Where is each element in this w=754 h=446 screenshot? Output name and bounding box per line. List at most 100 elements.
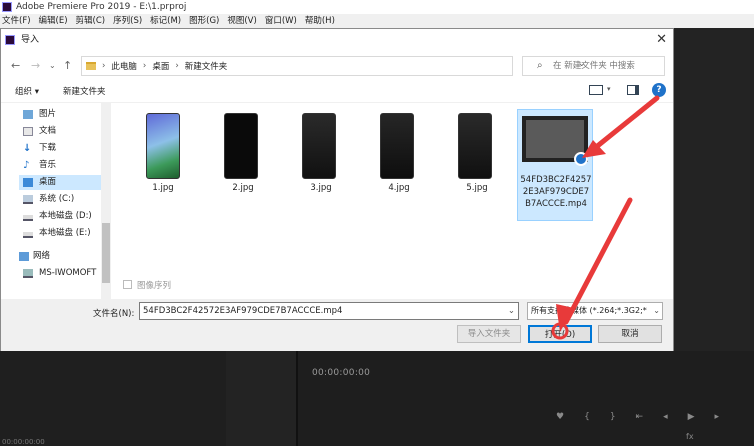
program-monitor-panel: [674, 28, 754, 351]
sidebar-item-pictures[interactable]: 图片: [23, 107, 103, 122]
help-icon[interactable]: ?: [652, 83, 666, 97]
menu-file[interactable]: 文件(F): [2, 14, 31, 28]
file-item[interactable]: 1.jpg: [125, 109, 201, 219]
navigation-bar: ← → ⌄ ↑ › 此电脑 › 桌面 › 新建文件夹 ⌄ ⌕ 在 新建文件夹 中…: [1, 55, 673, 77]
dialog-title-bar: 导入 ✕: [1, 29, 673, 51]
back-arrow-icon[interactable]: ←: [11, 58, 20, 74]
playback-controls: ♥ { } ⇤ ◂ ▶ ▸: [556, 412, 719, 422]
file-item[interactable]: 3.jpg: [283, 109, 359, 219]
sidebar-item-label: 下载: [39, 143, 57, 153]
chevron-down-icon[interactable]: ▾: [607, 85, 611, 93]
documents-icon: [23, 127, 33, 136]
image-thumbnail: [458, 113, 492, 179]
filename-label: 文件名(N):: [93, 309, 135, 319]
recent-dropdown-icon[interactable]: ⌄: [49, 58, 56, 74]
step-forward-icon[interactable]: ▸: [715, 412, 720, 422]
image-thumbnail: [380, 113, 414, 179]
image-thumbnail: [302, 113, 336, 179]
file-name: 2.jpg: [232, 183, 254, 193]
menu-clip[interactable]: 剪辑(C): [76, 14, 106, 28]
menu-view[interactable]: 视图(V): [227, 14, 256, 28]
source-timecode: 00:00:00:00: [2, 438, 45, 446]
sidebar-item-label: 文档: [39, 126, 57, 136]
search-placeholder: 在 新建文件夹 中搜索: [553, 61, 635, 71]
in-point-icon[interactable]: {: [584, 412, 590, 422]
music-icon: ♪: [23, 160, 30, 171]
new-folder-button[interactable]: 新建文件夹: [63, 85, 106, 97]
sidebar-item-label: 本地磁盘 (D:): [39, 211, 92, 221]
file-item[interactable]: 2.jpg: [205, 109, 281, 219]
up-arrow-icon[interactable]: ↑: [63, 58, 72, 74]
play-icon[interactable]: ▶: [688, 412, 695, 422]
organize-button[interactable]: 组织 ▾: [15, 85, 39, 97]
checkbox-box: [123, 280, 132, 289]
sidebar-item-system-c[interactable]: 系统 (C:): [23, 192, 103, 207]
menu-help[interactable]: 帮助(H): [305, 14, 335, 28]
open-button[interactable]: 打开(O): [528, 325, 592, 343]
marker-icon[interactable]: ♥: [556, 412, 564, 422]
step-back-icon[interactable]: ◂: [663, 412, 668, 422]
filetype-select[interactable]: 所有支持的媒体 (*.264;*.3G2;* ⌄: [527, 302, 663, 320]
dialog-footer: 文件名(N): 54FD3BC2F42572E3AF979CDE7B7ACCCE…: [1, 299, 673, 351]
dialog-title: 导入: [21, 35, 40, 45]
drive-icon: [23, 232, 33, 238]
search-input[interactable]: ⌕ 在 新建文件夹 中搜索: [522, 56, 665, 76]
drive-icon: [23, 195, 33, 204]
search-icon: ⌕: [537, 60, 543, 71]
download-icon: ↓: [23, 143, 32, 154]
preview-pane-icon[interactable]: [627, 85, 639, 95]
file-item[interactable]: 5.jpg: [439, 109, 515, 219]
chevron-down-icon[interactable]: ⌄: [508, 303, 515, 319]
sidebar-item-documents[interactable]: 文档: [23, 124, 103, 139]
import-folder-button[interactable]: 导入文件夹: [457, 325, 521, 343]
chevron-right-icon: ›: [175, 61, 179, 71]
view-options-icon[interactable]: [589, 85, 603, 95]
menu-marker[interactable]: 标记(M): [150, 14, 181, 28]
go-to-in-icon[interactable]: ⇤: [636, 412, 644, 422]
media-player-badge-icon: [574, 152, 588, 166]
image-sequence-checkbox[interactable]: 图像序列: [123, 279, 171, 291]
sidebar-item-music[interactable]: ♪ 音乐: [23, 158, 103, 173]
sidebar-item-downloads[interactable]: ↓ 下载: [23, 141, 103, 156]
menu-edit[interactable]: 编辑(E): [39, 14, 68, 28]
file-name: 3.jpg: [310, 183, 332, 193]
navigation-pane: 图片 文档 ↓ 下载 ♪ 音乐 桌面 系统 (C:) 本地磁盘 (D:) 本地磁…: [1, 103, 111, 299]
cancel-button[interactable]: 取消: [598, 325, 662, 343]
breadcrumb-new-folder[interactable]: 新建文件夹: [185, 60, 228, 72]
file-list: 1.jpg 2.jpg 3.jpg 4.jpg 5.jpg 54FD3BC2F4…: [113, 103, 673, 299]
address-bar[interactable]: › 此电脑 › 桌面 › 新建文件夹 ⌄: [81, 56, 586, 76]
forward-arrow-icon[interactable]: →: [31, 58, 40, 74]
sidebar-item-label: 网络: [33, 251, 51, 261]
sidebar-item-ms-iwomoft[interactable]: MS-IWOMOFT: [23, 266, 101, 281]
sidebar-item-disk-d[interactable]: 本地磁盘 (D:): [23, 209, 103, 224]
sidebar-item-label: 图片: [39, 109, 57, 119]
chevron-right-icon: ›: [102, 61, 106, 71]
project-panel: [0, 351, 226, 446]
breadcrumb-this-pc[interactable]: 此电脑: [111, 60, 137, 72]
program-timecode: 00:00:00:00: [312, 368, 371, 378]
sidebar-item-disk-e[interactable]: 本地磁盘 (E:): [23, 226, 103, 241]
file-item-selected[interactable]: 54FD3BC2F42572E3AF979CDE7B7ACCCE.mp4: [517, 109, 593, 221]
chevron-right-icon: ›: [142, 61, 147, 71]
close-icon[interactable]: ✕: [656, 33, 667, 47]
sidebar-item-desktop[interactable]: 桌面: [19, 175, 101, 190]
sidebar-scrollbar-thumb[interactable]: [102, 223, 110, 283]
out-point-icon[interactable]: }: [610, 412, 616, 422]
pictures-icon: [23, 110, 33, 119]
menu-window[interactable]: 窗口(W): [265, 14, 297, 28]
chevron-down-icon[interactable]: ⌄: [653, 303, 660, 319]
filename-field[interactable]: 54FD3BC2F42572E3AF979CDE7B7ACCCE.mp4 ⌄: [139, 302, 519, 320]
menu-sequence[interactable]: 序列(S): [113, 14, 142, 28]
app-title-bar: Adobe Premiere Pro 2019 - E:\1.prproj: [0, 0, 754, 14]
breadcrumb-desktop[interactable]: 桌面: [152, 60, 169, 72]
file-item[interactable]: 4.jpg: [361, 109, 437, 219]
drive-icon: [23, 215, 33, 221]
premiere-logo-icon: [2, 2, 12, 12]
dialog-toolbar: 组织 ▾ 新建文件夹 ▾ ?: [1, 81, 673, 103]
network-icon: [19, 252, 29, 261]
sidebar-item-label: MS-IWOMOFT: [39, 268, 97, 278]
desktop-icon: [23, 178, 33, 187]
image-thumbnail: [146, 113, 180, 179]
menu-graphics[interactable]: 图形(G): [189, 14, 219, 28]
sidebar-item-network[interactable]: 网络: [19, 249, 99, 264]
